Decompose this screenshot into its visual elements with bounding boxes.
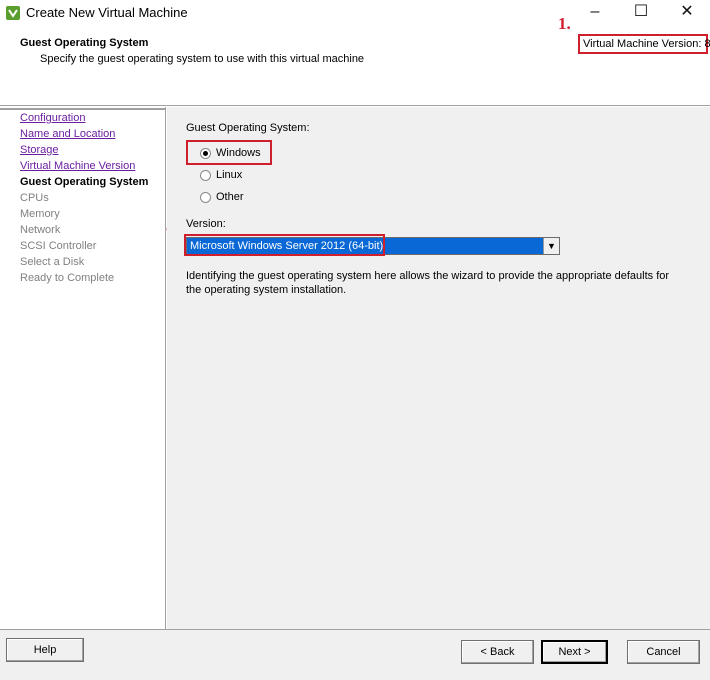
back-button[interactable]: < Back (461, 640, 534, 664)
main-panel (167, 107, 710, 629)
nav-step-cpus: CPUs (20, 192, 49, 204)
version-label: Version: (186, 218, 226, 230)
maximize-button[interactable]: ☐ (618, 0, 664, 26)
version-highlight-box (184, 234, 385, 256)
dropdown-arrow-icon[interactable]: ▼ (543, 238, 559, 254)
help-button[interactable]: Help (6, 638, 84, 662)
radio-linux-label[interactable]: Linux (216, 169, 242, 181)
annotation-1: 1. (558, 14, 571, 33)
guest-os-label: Guest Operating System: (186, 122, 310, 134)
vm-version-label: Virtual Machine Version: 8 (578, 34, 710, 54)
vsphere-app-icon (6, 6, 20, 20)
nav-step-vm-version[interactable]: Virtual Machine Version (20, 160, 135, 172)
wizard-header: Guest Operating System Specify the guest… (0, 26, 710, 106)
nav-step-name-and-location[interactable]: Name and Location (20, 128, 115, 140)
nav-step-ready-to-complete: Ready to Complete (20, 272, 115, 284)
title-bar: Create New Virtual Machine – ☐ ✕ (0, 0, 710, 26)
nav-step-scsi-controller: SCSI Controller (20, 240, 97, 252)
page-title: Guest Operating System (20, 37, 149, 49)
radio-windows-indicator[interactable] (200, 148, 211, 159)
radio-other-indicator[interactable] (200, 192, 211, 203)
radio-linux-indicator[interactable] (200, 170, 211, 181)
wizard-steps-nav: Configuration Name and Location Storage … (0, 107, 166, 629)
wizard-footer: Help < Back Next > Cancel (0, 629, 710, 680)
radio-windows-label[interactable]: Windows (216, 147, 261, 159)
close-button[interactable]: ✕ (664, 0, 710, 26)
nav-step-memory: Memory (20, 208, 60, 220)
page-subtitle: Specify the guest operating system to us… (40, 53, 365, 65)
next-button[interactable]: Next > (541, 640, 608, 664)
nav-separator (0, 108, 166, 110)
minimize-button[interactable]: – (572, 0, 618, 26)
cancel-button[interactable]: Cancel (627, 640, 700, 664)
os-description: Identifying the guest operating system h… (186, 270, 670, 296)
nav-step-storage[interactable]: Storage (20, 144, 59, 156)
nav-step-configuration[interactable]: Configuration (20, 112, 85, 124)
nav-step-network: Network (20, 224, 61, 236)
nav-step-guest-os: Guest Operating System (20, 176, 149, 188)
window-title: Create New Virtual Machine (26, 5, 188, 20)
radio-other-label[interactable]: Other (216, 191, 244, 203)
nav-step-select-disk: Select a Disk (20, 256, 85, 268)
